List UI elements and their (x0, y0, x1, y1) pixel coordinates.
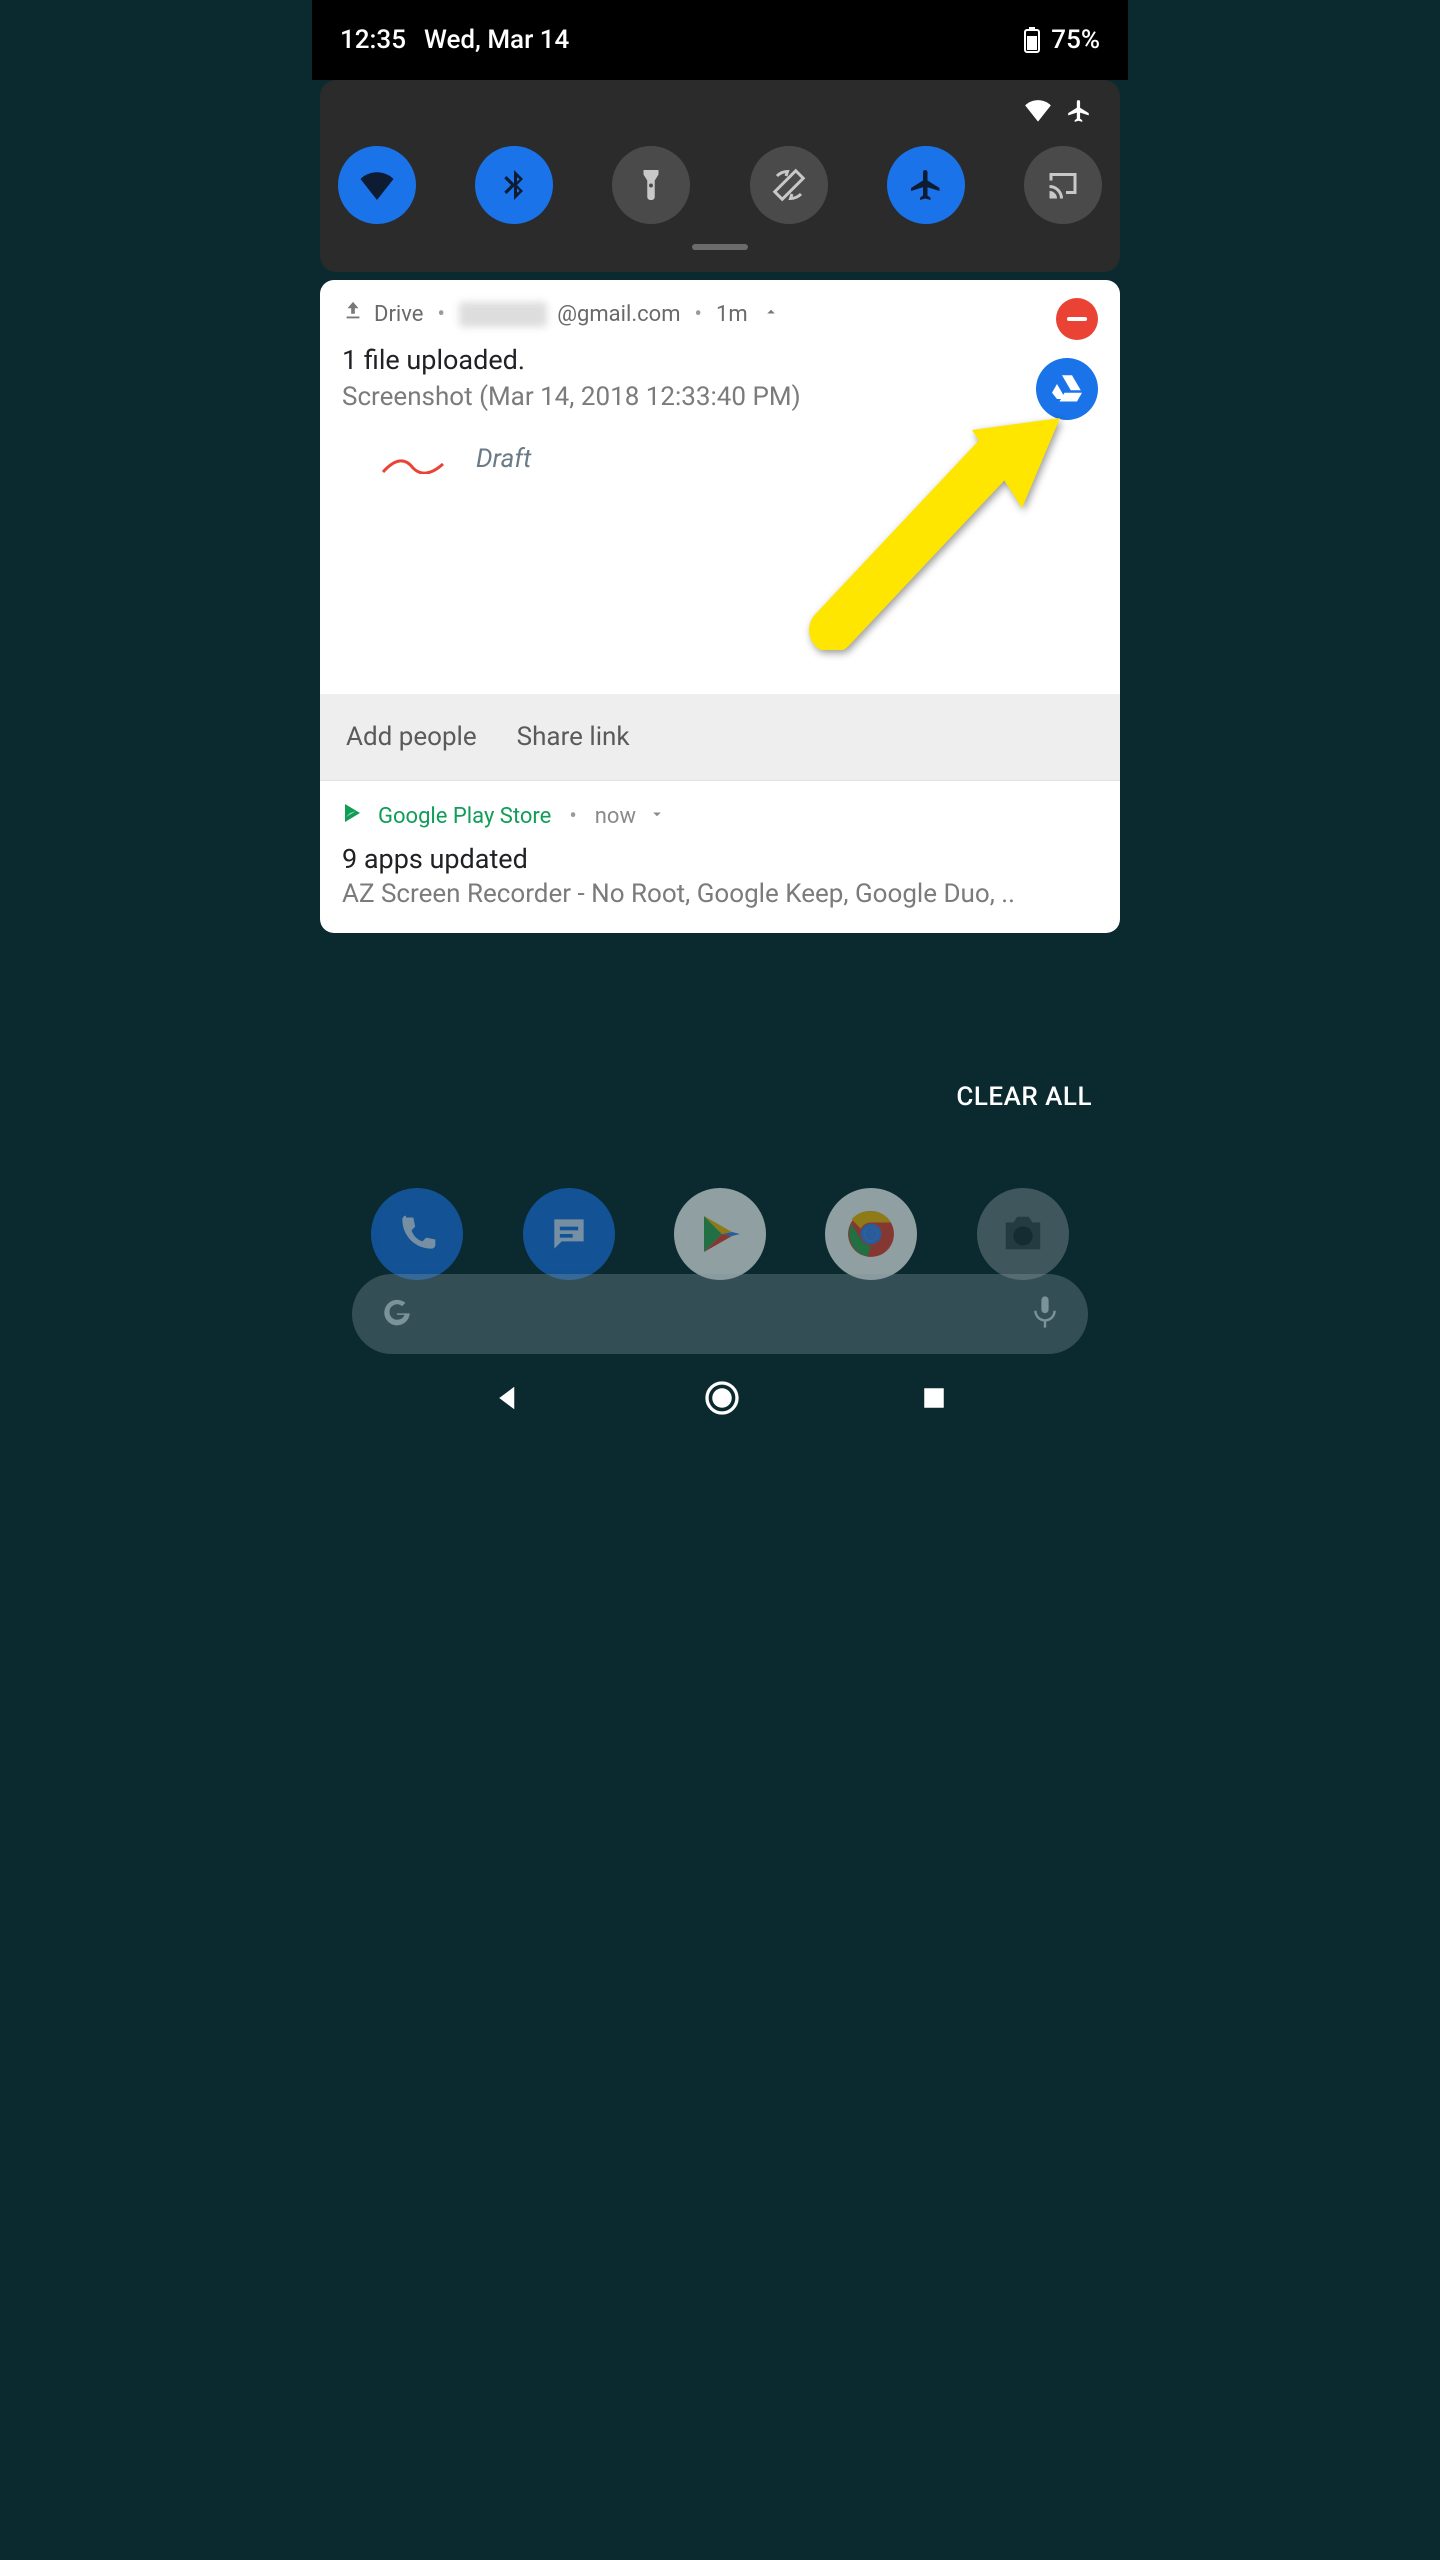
qs-tile-wifi[interactable] (338, 146, 416, 224)
battery-icon (1023, 27, 1041, 53)
nav-recents-button[interactable] (921, 1385, 947, 1415)
navigation-bar (312, 1370, 1128, 1430)
qs-tile-bluetooth[interactable] (475, 146, 553, 224)
status-bar: 12:35 Wed, Mar 14 75% (312, 0, 1128, 80)
notification-subtitle: AZ Screen Recorder - No Root, Google Kee… (342, 879, 1098, 909)
notification-account-hidden: xxxxxxx (459, 302, 547, 327)
app-phone[interactable] (371, 1188, 463, 1280)
notification-title: 9 apps updated (342, 843, 1098, 875)
google-g-icon (380, 1295, 414, 1333)
qs-tile-cast[interactable] (1024, 146, 1102, 224)
clear-all-button[interactable]: CLEAR ALL (956, 1082, 1092, 1112)
notification-drive-header[interactable]: Drive xxxxxxx @gmail.com 1m (320, 280, 1120, 338)
cancel-upload-button[interactable] (1056, 298, 1098, 340)
quick-settings-panel (320, 80, 1120, 272)
notification-account: @gmail.com (557, 302, 680, 327)
status-battery: 75% (1051, 25, 1100, 55)
notification-play-store[interactable]: Google Play Store now 9 apps updated AZ … (320, 780, 1120, 933)
notification-subtitle: Screenshot (Mar 14, 2018 12:33:40 PM) (342, 382, 1098, 412)
notification-time: 1m (716, 302, 748, 327)
notification-thumbnail (380, 444, 446, 474)
google-search-bar[interactable] (352, 1274, 1088, 1354)
notification-drive[interactable]: Drive xxxxxxx @gmail.com 1m 1 file uploa… (320, 280, 1120, 780)
app-messages[interactable] (523, 1188, 615, 1280)
drive-icon (1036, 358, 1098, 420)
mic-icon[interactable] (1030, 1294, 1060, 1334)
qs-expand-handle[interactable] (692, 244, 748, 250)
app-camera[interactable] (977, 1188, 1069, 1280)
nav-back-button[interactable] (493, 1383, 523, 1417)
app-chrome[interactable] (825, 1188, 917, 1280)
home-dock (312, 1188, 1128, 1280)
qs-tile-flashlight[interactable] (612, 146, 690, 224)
notification-app-name: Drive (374, 302, 423, 327)
notification-app-name: Google Play Store (378, 804, 551, 829)
status-date: Wed, Mar 14 (424, 25, 569, 55)
status-time: 12:35 (340, 25, 406, 55)
notification-time: now (595, 804, 636, 829)
upload-icon (342, 300, 364, 328)
nav-home-button[interactable] (704, 1380, 740, 1420)
play-store-icon (342, 801, 366, 831)
wifi-status-icon (1024, 98, 1052, 128)
app-play-store[interactable] (674, 1188, 766, 1280)
airplane-status-icon (1066, 98, 1092, 128)
chevron-up-icon[interactable] (762, 302, 780, 327)
action-share-link[interactable]: Share link (517, 722, 630, 752)
qs-tile-airplane[interactable] (887, 146, 965, 224)
thumbnail-label: Draft (476, 444, 531, 474)
chevron-down-icon[interactable] (648, 804, 666, 829)
action-add-people[interactable]: Add people (346, 722, 477, 752)
qs-tile-auto-rotate[interactable] (750, 146, 828, 224)
notification-title: 1 file uploaded. (342, 344, 1098, 376)
